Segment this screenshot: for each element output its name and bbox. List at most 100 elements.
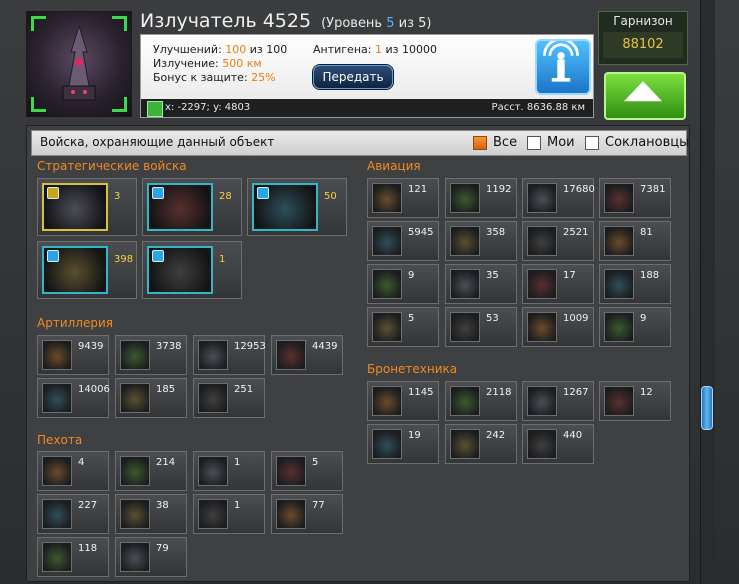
unit-card[interactable]: 53	[445, 307, 517, 347]
strategic-unit-card[interactable]: 28	[142, 178, 242, 236]
strategic-unit-card[interactable]: 50	[247, 178, 347, 236]
unit-count: 28	[219, 191, 232, 202]
unit-card[interactable]: 14006	[37, 378, 110, 418]
corner-bracket	[31, 97, 46, 112]
filter-all[interactable]: Все	[473, 135, 517, 150]
unit-card[interactable]: 2521	[522, 221, 594, 261]
unit-card[interactable]: 1	[193, 494, 265, 534]
unit-card[interactable]: 214	[115, 451, 187, 491]
unit-card[interactable]: 38	[115, 494, 187, 534]
unit-card[interactable]: 7381	[599, 178, 671, 218]
upgrade-button[interactable]	[604, 72, 686, 120]
unit-card[interactable]: 121	[367, 178, 439, 218]
unit-card[interactable]: 17	[522, 264, 594, 304]
unit-card[interactable]: 1	[193, 451, 265, 491]
unit-card[interactable]: 19	[367, 424, 439, 464]
window: Излучатель 4525 (Уровень 5 из 5) Улучшен…	[0, 0, 739, 584]
building-title: Излучатель 4525	[140, 10, 312, 32]
unit-count: 81	[640, 227, 653, 238]
unit-icon	[276, 340, 306, 370]
unit-card[interactable]: 358	[445, 221, 517, 261]
unit-count: 121	[408, 184, 428, 195]
unit-card[interactable]: 4439	[271, 335, 343, 375]
unit-count: 242	[486, 430, 506, 441]
unit-icon	[198, 456, 228, 486]
scrollbar-track[interactable]	[700, 0, 715, 584]
unit-count: 5945	[408, 227, 434, 238]
strategic-unit-card[interactable]: 1	[142, 241, 242, 299]
unit-card[interactable]: 79	[115, 537, 187, 577]
unit-icon	[42, 340, 72, 370]
coordinates: x: -2297; y: 4803	[165, 102, 251, 113]
unit-card[interactable]: 1267	[522, 381, 594, 421]
unit-card[interactable]: 77	[271, 494, 343, 534]
unit-count: 53	[486, 313, 499, 324]
unit-icon	[42, 542, 72, 572]
strategic-unit-icon	[147, 183, 213, 231]
filter-all-checkbox[interactable]	[473, 135, 487, 150]
unit-card[interactable]: 185	[115, 378, 187, 418]
unit-card[interactable]: 1145	[367, 381, 439, 421]
unit-icon	[372, 429, 402, 459]
unit-card[interactable]: 9	[599, 307, 671, 347]
unit-card[interactable]: 17680	[522, 178, 595, 218]
unit-count: 251	[234, 384, 254, 395]
unit-count: 4439	[312, 341, 338, 352]
unit-card[interactable]: 251	[193, 378, 265, 418]
unit-icon	[527, 312, 557, 342]
strategic-unit-icon	[252, 183, 318, 231]
coords-bar: x: -2297; y: 4803 Расст. 8636.88 км	[141, 99, 593, 117]
unit-icon	[276, 499, 306, 529]
unit-card[interactable]: 1192	[445, 178, 517, 218]
unit-card[interactable]: 440	[522, 424, 594, 464]
unit-count: 227	[78, 500, 98, 511]
unit-card[interactable]: 9	[367, 264, 439, 304]
unit-icon	[450, 269, 480, 299]
unit-icon	[450, 226, 480, 256]
unit-card[interactable]: 3738	[115, 335, 187, 375]
unit-card[interactable]: 242	[445, 424, 517, 464]
unit-count: 1009	[563, 313, 589, 324]
unit-card[interactable]: 12	[599, 381, 671, 421]
strategic-unit-card[interactable]: 398	[37, 241, 137, 299]
shield-badge-icon	[47, 250, 59, 262]
shield-badge-icon	[152, 250, 164, 262]
unit-card[interactable]: 9439	[37, 335, 109, 375]
unit-card[interactable]: 1009	[522, 307, 594, 347]
unit-count: 118	[78, 543, 98, 554]
filter-clan-checkbox[interactable]	[585, 135, 599, 150]
map-pin-icon[interactable]	[147, 101, 163, 117]
signal-tower-button[interactable]	[535, 37, 591, 95]
unit-card[interactable]: 12953	[193, 335, 266, 375]
unit-card[interactable]: 188	[599, 264, 671, 304]
unit-count: 1	[234, 457, 241, 468]
unit-count: 1	[219, 254, 226, 265]
unit-icon	[604, 269, 634, 299]
unit-card[interactable]: 35	[445, 264, 517, 304]
unit-count: 38	[156, 500, 169, 511]
filter-mine[interactable]: Мои	[527, 135, 575, 150]
unit-card[interactable]: 5	[271, 451, 343, 491]
unit-count: 5	[408, 313, 415, 324]
unit-card[interactable]: 4	[37, 451, 109, 491]
unit-card[interactable]: 2118	[445, 381, 517, 421]
scrollbar-thumb[interactable]	[701, 386, 713, 430]
unit-card[interactable]: 227	[37, 494, 109, 534]
transfer-button[interactable]: Передать	[313, 65, 393, 89]
strategic-unit-icon	[42, 183, 108, 231]
garrison-label: Гарнизон	[613, 14, 673, 28]
unit-card[interactable]: 81	[599, 221, 671, 261]
filter-mine-checkbox[interactable]	[527, 135, 541, 150]
unit-count: 2118	[486, 387, 512, 398]
unit-icon	[450, 386, 480, 416]
unit-count: 7381	[640, 184, 666, 195]
unit-card[interactable]: 118	[37, 537, 109, 577]
unit-card[interactable]: 5	[367, 307, 439, 347]
shield-badge-icon	[152, 187, 164, 199]
unit-count: 9439	[78, 341, 104, 352]
unit-card[interactable]: 5945	[367, 221, 439, 261]
filter-clan[interactable]: Соклановцы	[585, 135, 689, 150]
strategic-unit-card[interactable]: 3	[37, 178, 137, 236]
radiation-line: Излучение: 500 км	[153, 57, 262, 70]
unit-icon	[450, 429, 480, 459]
